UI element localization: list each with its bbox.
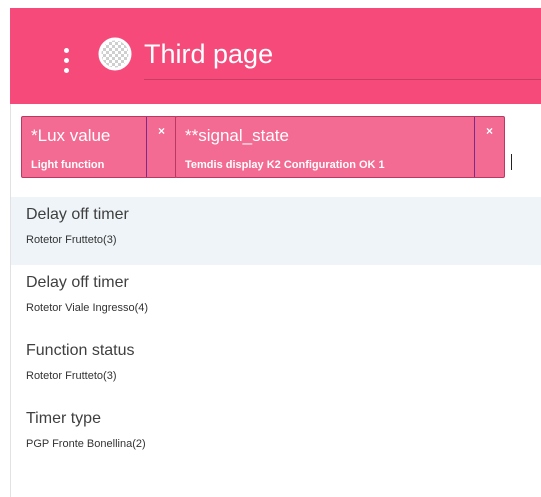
multi-select-input[interactable]: *Lux value Light function × **signal_sta…: [10, 104, 541, 197]
option-subtitle: Rotetor Frutteto(3): [26, 370, 117, 382]
selected-chip-lux-value: *Lux value Light function ×: [21, 116, 177, 178]
close-icon: ×: [485, 124, 493, 138]
text-caret: [511, 154, 512, 170]
checkered-circle-svg: [98, 37, 132, 71]
page: Third page *Lux value Light function × *…: [0, 0, 541, 497]
chip-remove-button[interactable]: ×: [474, 117, 504, 177]
page-title: Third page: [144, 39, 274, 69]
chip-title: **signal_state: [185, 126, 289, 145]
chip-subtitle: Temdis display K2 Configuration OK 1: [185, 159, 385, 171]
dropdown-list[interactable]: Delay off timer Rotetor Frutteto(3) Dela…: [10, 197, 541, 497]
list-item[interactable]: Timer type PGP Fronte Bonellina(2): [11, 401, 541, 469]
option-title: Timer type: [26, 410, 101, 427]
close-icon: ×: [157, 124, 165, 138]
app-header: Third page: [10, 8, 541, 104]
checkered-circle-icon: [97, 36, 133, 72]
option-title: Delay off timer: [26, 206, 129, 223]
list-item[interactable]: Delay off timer Rotetor Frutteto(3): [11, 197, 541, 265]
kebab-dot: [64, 48, 69, 53]
chip-body[interactable]: **signal_state Temdis display K2 Configu…: [176, 117, 472, 177]
chip-subtitle: Light function: [31, 159, 105, 171]
kebab-menu-icon[interactable]: [61, 42, 71, 78]
kebab-dot: [64, 68, 69, 73]
chip-title: *Lux value: [31, 126, 111, 145]
title-underline: [144, 79, 541, 80]
option-subtitle: Rotetor Frutteto(3): [26, 234, 117, 246]
option-title: Delay off timer: [26, 274, 129, 291]
list-item[interactable]: Delay off timer Rotetor Viale Ingresso(4…: [11, 265, 541, 333]
option-subtitle: PGP Fronte Bonellina(2): [26, 438, 146, 450]
list-item[interactable]: Function status Rotetor Frutteto(3): [11, 333, 541, 401]
kebab-dot: [64, 58, 69, 63]
option-subtitle: Rotetor Viale Ingresso(4): [26, 302, 149, 314]
option-title: Function status: [26, 342, 135, 359]
chip-body[interactable]: *Lux value Light function: [22, 117, 144, 177]
selected-chip-signal-state: **signal_state Temdis display K2 Configu…: [175, 116, 505, 178]
chip-remove-button[interactable]: ×: [146, 117, 176, 177]
